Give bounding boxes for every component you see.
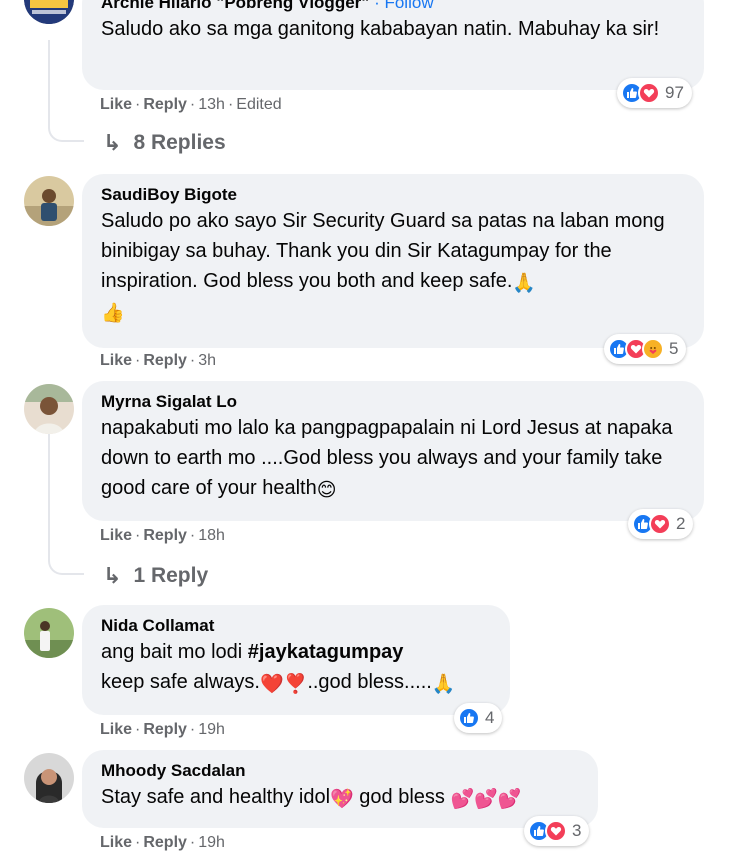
replies-label: 1 Reply — [133, 564, 209, 587]
comment-time[interactable]: 19h — [198, 721, 225, 738]
view-replies-link[interactable]: ↳ 8 Replies — [103, 130, 226, 156]
comment-actions: Like · Reply · 19h — [100, 834, 225, 851]
replies-label: 8 Replies — [133, 131, 226, 154]
comment-actions: Like · Reply · 3h — [100, 352, 217, 369]
thread-connector — [48, 112, 84, 142]
comment-time[interactable]: 3h — [198, 352, 216, 369]
reaction-summary[interactable]: 5 — [604, 334, 687, 364]
like-icon — [458, 707, 480, 729]
reaction-summary[interactable]: 97 — [617, 78, 692, 108]
comment-author[interactable]: Nida Collamat — [101, 615, 490, 637]
reaction-summary[interactable]: 3 — [524, 816, 590, 846]
comment-time[interactable]: 19h — [198, 834, 225, 851]
like-button[interactable]: Like — [100, 352, 132, 369]
love-icon — [545, 820, 567, 842]
reply-button[interactable]: Reply — [143, 527, 187, 544]
comment-time[interactable]: 18h — [198, 527, 225, 544]
comment-actions: Like · Reply · 19h — [100, 721, 225, 738]
comment-bubble: SaudiBoy Bigote Saludo po ako sayo Sir S… — [82, 174, 704, 348]
reply-button[interactable]: Reply — [143, 721, 187, 738]
thread-connector — [48, 545, 84, 575]
avatar[interactable] — [24, 0, 74, 24]
comment-text: ang bait mo lodi #jaykatagumpay keep saf… — [101, 641, 456, 695]
two-hearts-emoji: 💕💕💕 — [450, 789, 522, 810]
comment-author[interactable]: Myrna Sigalat Lo — [101, 391, 684, 413]
avatar[interactable] — [24, 176, 74, 226]
reaction-summary[interactable]: 2 — [628, 509, 694, 539]
comment-time[interactable]: 13h — [198, 96, 225, 113]
like-button[interactable]: Like — [100, 721, 132, 738]
love-icon — [649, 513, 671, 535]
reaction-count: 5 — [669, 339, 679, 358]
like-button[interactable]: Like — [100, 96, 132, 113]
reply-button[interactable]: Reply — [143, 96, 187, 113]
heart-emoji: ❤️❣️ — [259, 674, 308, 695]
avatar[interactable] — [24, 753, 74, 803]
pray-emoji: 🙏 — [512, 273, 537, 294]
comment-author[interactable]: SaudiBoy Bigote — [101, 184, 684, 206]
avatar[interactable] — [24, 608, 74, 658]
comment-text: Saludo ako sa mga ganitong kababayan nat… — [101, 18, 660, 40]
reply-arrow-icon: ↳ — [103, 130, 122, 155]
reaction-count: 97 — [665, 83, 684, 102]
like-button[interactable]: Like — [100, 527, 132, 544]
reaction-count: 4 — [485, 708, 495, 727]
view-replies-link[interactable]: ↳ 1 Reply — [103, 563, 208, 589]
thread-line — [48, 432, 50, 552]
reaction-count: 3 — [572, 821, 582, 840]
hashtag-link[interactable]: #jaykatagumpay — [248, 641, 404, 663]
comment-bubble: Nida Collamat ang bait mo lodi #jaykatag… — [82, 605, 510, 715]
edited-label: Edited — [236, 96, 282, 113]
care-icon — [642, 338, 664, 360]
like-button[interactable]: Like — [100, 834, 132, 851]
comment-actions: Like · Reply · 13h · Edited — [100, 96, 282, 113]
reaction-count: 2 — [676, 514, 686, 533]
thread-line — [48, 40, 50, 120]
reaction-summary[interactable]: 4 — [454, 703, 503, 733]
comment-bubble: Archie Hilario "Pobreng Vlogger" · Follo… — [82, 0, 704, 90]
reply-button[interactable]: Reply — [143, 352, 187, 369]
pray-emoji: 🙏 — [431, 674, 456, 695]
comment-author[interactable]: Archie Hilario "Pobreng Vlogger" — [101, 0, 369, 12]
comment-author[interactable]: Mhoody Sacdalan — [101, 760, 578, 782]
sparkling-heart-emoji: 💖 — [330, 789, 354, 810]
smile-emoji: 😊 — [316, 480, 337, 501]
comment-text: Saludo po ako sayo Sir Security Guard sa… — [101, 210, 665, 324]
comment-text: napakabuti mo lalo ka pangpagpapalain ni… — [101, 417, 673, 501]
reply-arrow-icon: ↳ — [103, 563, 122, 588]
love-icon — [638, 82, 660, 104]
comment-bubble: Mhoody Sacdalan Stay safe and healthy id… — [82, 750, 598, 828]
avatar[interactable] — [24, 384, 74, 434]
reply-button[interactable]: Reply — [143, 834, 187, 851]
comment-bubble: Myrna Sigalat Lo napakabuti mo lalo ka p… — [82, 381, 704, 521]
comment-text: Stay safe and healthy idol💖 god bless 💕💕… — [101, 786, 522, 810]
follow-link[interactable]: Follow — [384, 0, 433, 12]
comment-actions: Like · Reply · 18h — [100, 527, 225, 544]
thumbs-up-emoji: 👍 — [101, 303, 125, 324]
